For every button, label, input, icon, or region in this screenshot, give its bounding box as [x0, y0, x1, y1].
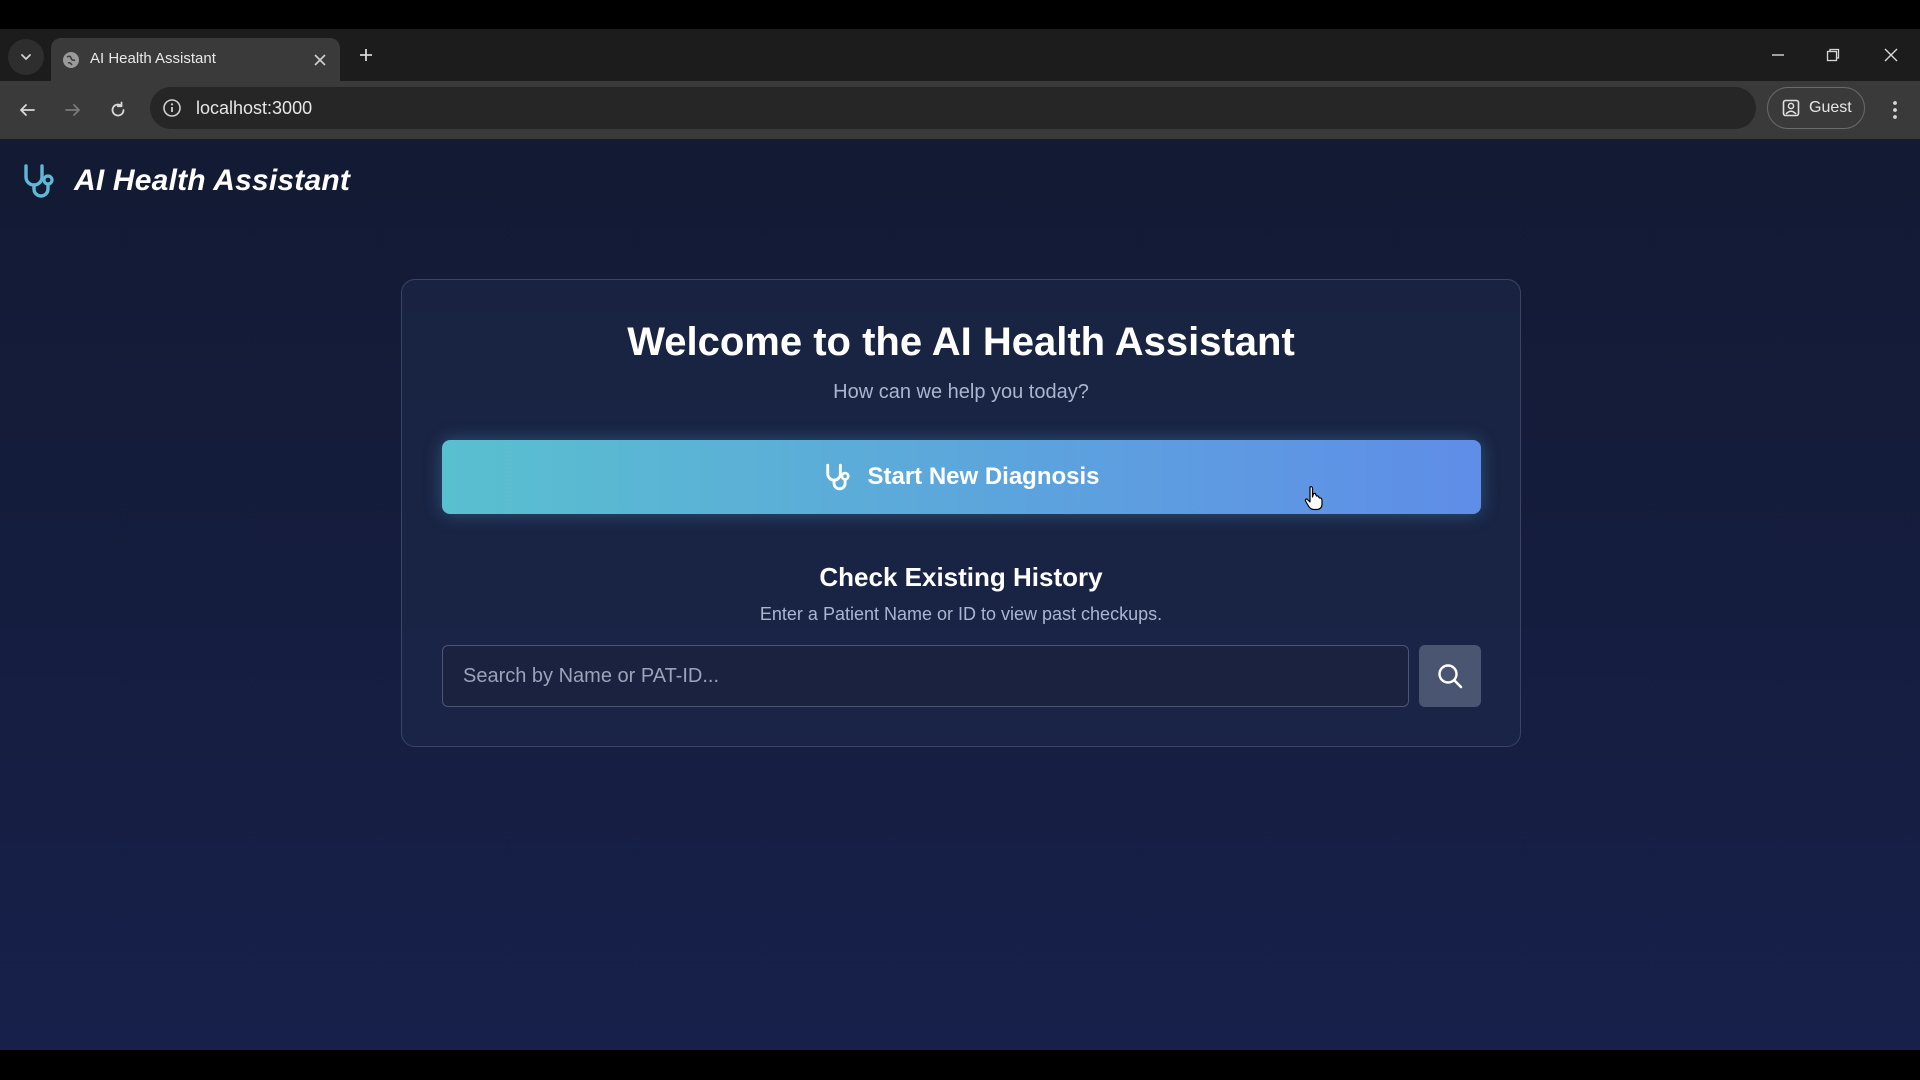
stethoscope-icon: [24, 164, 54, 198]
reload-button[interactable]: [101, 93, 135, 127]
arrow-left-icon: [20, 104, 35, 116]
search-icon: [1438, 664, 1463, 689]
restore-icon: [1826, 48, 1840, 62]
url-text[interactable]: localhost:3000: [196, 98, 312, 119]
tab-title: AI Health Assistant: [90, 50, 216, 67]
info-icon: [163, 99, 181, 117]
tab-bar: AI Health Assistant: [0, 29, 1920, 81]
screen: AI Health Assistant localhost:3000 Guest…: [0, 0, 1920, 1080]
welcome-subtitle: How can we help you today?: [833, 381, 1089, 403]
app-header: AI Health Assistant: [20, 159, 350, 203]
welcome-card: Welcome to the AI Health Assistant How c…: [401, 279, 1521, 747]
hand-pointer-cursor-icon: [1304, 486, 1323, 511]
restore-button[interactable]: [1811, 37, 1855, 73]
close-icon: [314, 54, 326, 66]
stethoscope-icon: [826, 463, 851, 491]
start-new-diagnosis-label: Start New Diagnosis: [867, 463, 1100, 490]
start-new-diagnosis-button[interactable]: Start New Diagnosis: [442, 440, 1481, 514]
profile-label: Guest: [1809, 99, 1852, 116]
browser-menu-button[interactable]: [1878, 93, 1912, 127]
page-viewport: AI Health Assistant Welcome to the AI He…: [0, 139, 1920, 1050]
new-tab-button[interactable]: [352, 41, 380, 69]
history-subtitle: Enter a Patient Name or ID to view past …: [759, 604, 1163, 624]
search-button[interactable]: [1419, 645, 1481, 707]
kebab-menu-icon: [1893, 101, 1897, 119]
browser-chrome: AI Health Assistant localhost:3000 Guest: [0, 29, 1920, 139]
tab-close-button[interactable]: [309, 49, 331, 71]
close-icon: [1884, 48, 1898, 62]
close-window-button[interactable]: [1869, 37, 1913, 73]
tab-ai-health-assistant[interactable]: AI Health Assistant: [51, 38, 340, 81]
patient-search-input[interactable]: [442, 645, 1409, 707]
globe-icon: [62, 51, 80, 69]
arrow-right-icon: [65, 104, 80, 116]
chevron-down-icon: [21, 54, 31, 61]
minimize-icon: [1772, 54, 1784, 56]
profile-icon: [1782, 99, 1800, 117]
profile-button[interactable]: Guest: [1767, 87, 1865, 129]
tab-search-button[interactable]: [8, 39, 44, 75]
plus-icon: [360, 49, 372, 61]
address-bar[interactable]: localhost:3000: [150, 87, 1756, 129]
reload-icon: [111, 101, 125, 117]
back-button[interactable]: [10, 93, 44, 127]
forward-button[interactable]: [56, 93, 90, 127]
bottom-edge: [0, 1050, 1920, 1080]
browser-toolbar: localhost:3000 Guest: [0, 81, 1920, 139]
minimize-button[interactable]: [1756, 37, 1800, 73]
welcome-title: Welcome to the AI Health Assistant: [627, 320, 1295, 364]
site-info-button[interactable]: [160, 96, 184, 120]
app-title: AI Health Assistant: [74, 164, 351, 197]
history-title: Check Existing History: [819, 562, 1103, 592]
